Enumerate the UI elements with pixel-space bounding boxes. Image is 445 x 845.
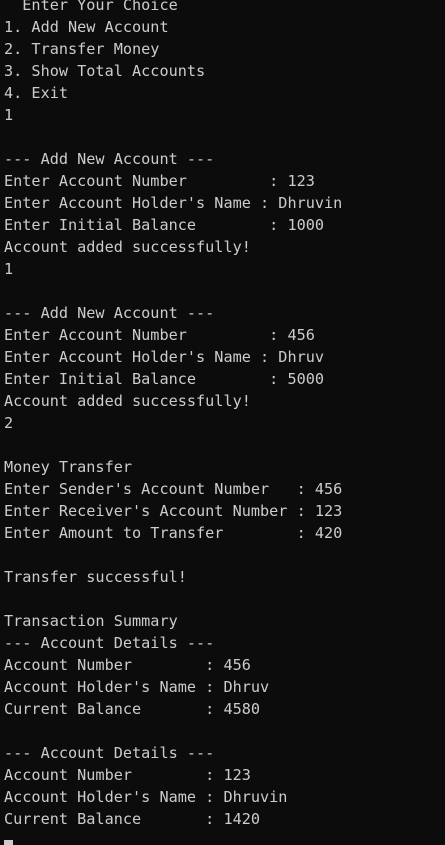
section-header: --- Add New Account --- <box>4 150 215 168</box>
output-line: Account Holder's Name : Dhruv <box>4 678 270 696</box>
blank-line <box>4 544 445 566</box>
status-message: Account added successfully! <box>4 392 251 410</box>
output-line: Enter Amount to Transfer : 420 <box>4 524 343 542</box>
menu-item-add-account: 1. Add New Account <box>4 18 169 36</box>
output-line: Enter Receiver's Account Number : 123 <box>4 502 343 520</box>
output-line: Enter Account Holder's Name : Dhruvin <box>4 194 343 212</box>
section-header: Transaction Summary <box>4 612 178 630</box>
user-input-choice: 1 <box>4 260 14 278</box>
output-line: Account Number : 456 <box>4 656 251 674</box>
output-line: Enter Account Number : 456 <box>4 326 315 344</box>
output-line: Enter Account Holder's Name : Dhruv <box>4 348 325 366</box>
terminal-window[interactable]: Enter Your Choice 1. Add New Account 2. … <box>0 0 445 845</box>
output-line: Current Balance : 4580 <box>4 700 261 718</box>
section-header: Money Transfer <box>4 458 133 476</box>
blank-line <box>4 280 445 302</box>
menu-item-show-total: 3. Show Total Accounts <box>4 62 206 80</box>
terminal-output: Enter Your Choice 1. Add New Account 2. … <box>4 0 445 830</box>
output-line: Account Number : 123 <box>4 766 251 784</box>
output-line: Enter Sender's Account Number : 456 <box>4 480 343 498</box>
blank-line <box>4 720 445 742</box>
section-header: --- Add New Account --- <box>4 304 215 322</box>
output-line: Enter Account Number : 123 <box>4 172 315 190</box>
output-line: Account Holder's Name : Dhruvin <box>4 788 288 806</box>
blank-line <box>4 434 445 456</box>
output-line: Enter Initial Balance : 1000 <box>4 216 325 234</box>
output-line: Enter Initial Balance : 5000 <box>4 370 325 388</box>
section-header: --- Account Details --- <box>4 744 215 762</box>
status-message: Transfer successful! <box>4 568 187 586</box>
blank-line <box>4 588 445 610</box>
menu-item-transfer-money: 2. Transfer Money <box>4 40 160 58</box>
user-input-choice: 2 <box>4 414 14 432</box>
status-message: Account added successfully! <box>4 238 251 256</box>
user-input-choice: 1 <box>4 106 14 124</box>
section-header: --- Account Details --- <box>4 634 215 652</box>
blank-line <box>4 126 445 148</box>
output-line: Current Balance : 1420 <box>4 810 261 828</box>
prompt-title: Enter Your Choice <box>4 0 178 14</box>
text-cursor <box>4 840 13 845</box>
menu-item-exit: 4. Exit <box>4 84 69 102</box>
